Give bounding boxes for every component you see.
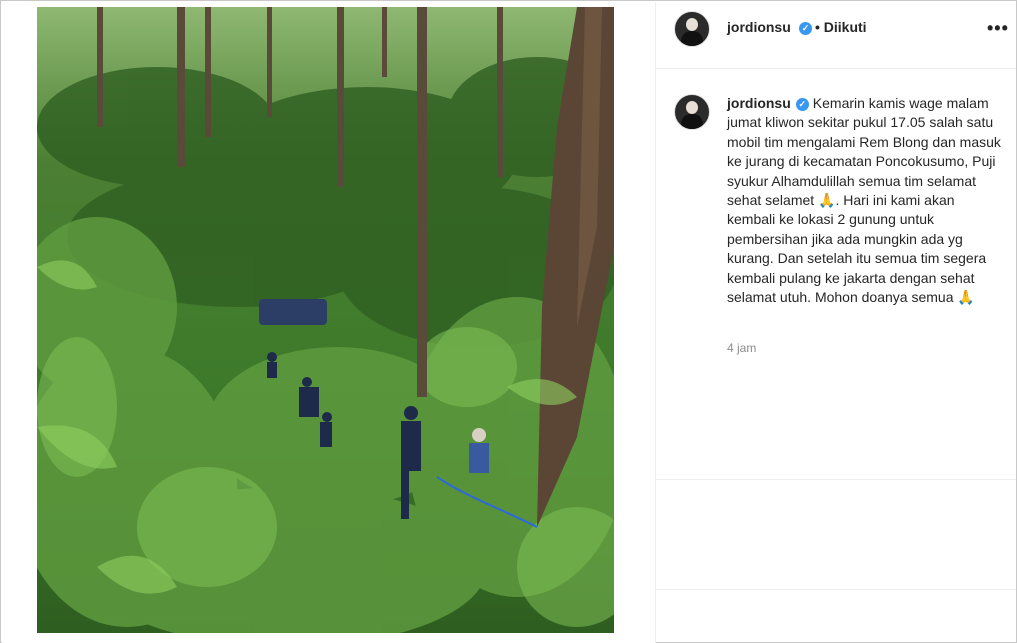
- avatar-body: [681, 114, 703, 129]
- avatar-body: [681, 31, 703, 46]
- praying-hands-emoji: 🙏: [957, 289, 975, 306]
- caption-text: jordionsu ✓ Kemarin kamis wage malam jumat…: [727, 94, 1003, 307]
- verified-badge-icon: ✓: [799, 22, 812, 35]
- post-timestamp[interactable]: 4 jam: [727, 341, 756, 355]
- post-modal: jordionsu ✓ • Diikuti ••• jordionsu ✓ Kema…: [0, 0, 1017, 643]
- post-header: jordionsu ✓ • Diikuti •••: [656, 2, 1016, 69]
- forest-photo-illustration: [37, 7, 614, 633]
- more-dots-icon[interactable]: •••: [987, 18, 1009, 38]
- header-username-link[interactable]: jordionsu: [727, 19, 791, 35]
- divider: [656, 589, 1016, 590]
- caption-username-link[interactable]: jordionsu: [727, 95, 791, 111]
- caption-part-2: . Hari ini kami akan kembali ke lokasi 2…: [727, 192, 987, 306]
- avatar[interactable]: [674, 11, 710, 47]
- follow-status-button[interactable]: • Diikuti: [815, 19, 867, 35]
- avatar-face: [686, 101, 698, 114]
- caption-avatar[interactable]: [674, 94, 710, 130]
- praying-hands-emoji: 🙏: [818, 192, 836, 209]
- divider: [656, 479, 1016, 480]
- post-photo[interactable]: [37, 7, 614, 633]
- media-panel: [2, 2, 656, 643]
- avatar-face: [686, 18, 698, 31]
- post-details-panel: jordionsu ✓ • Diikuti ••• jordionsu ✓ Kema…: [656, 2, 1016, 642]
- verified-badge-icon: ✓: [795, 97, 809, 111]
